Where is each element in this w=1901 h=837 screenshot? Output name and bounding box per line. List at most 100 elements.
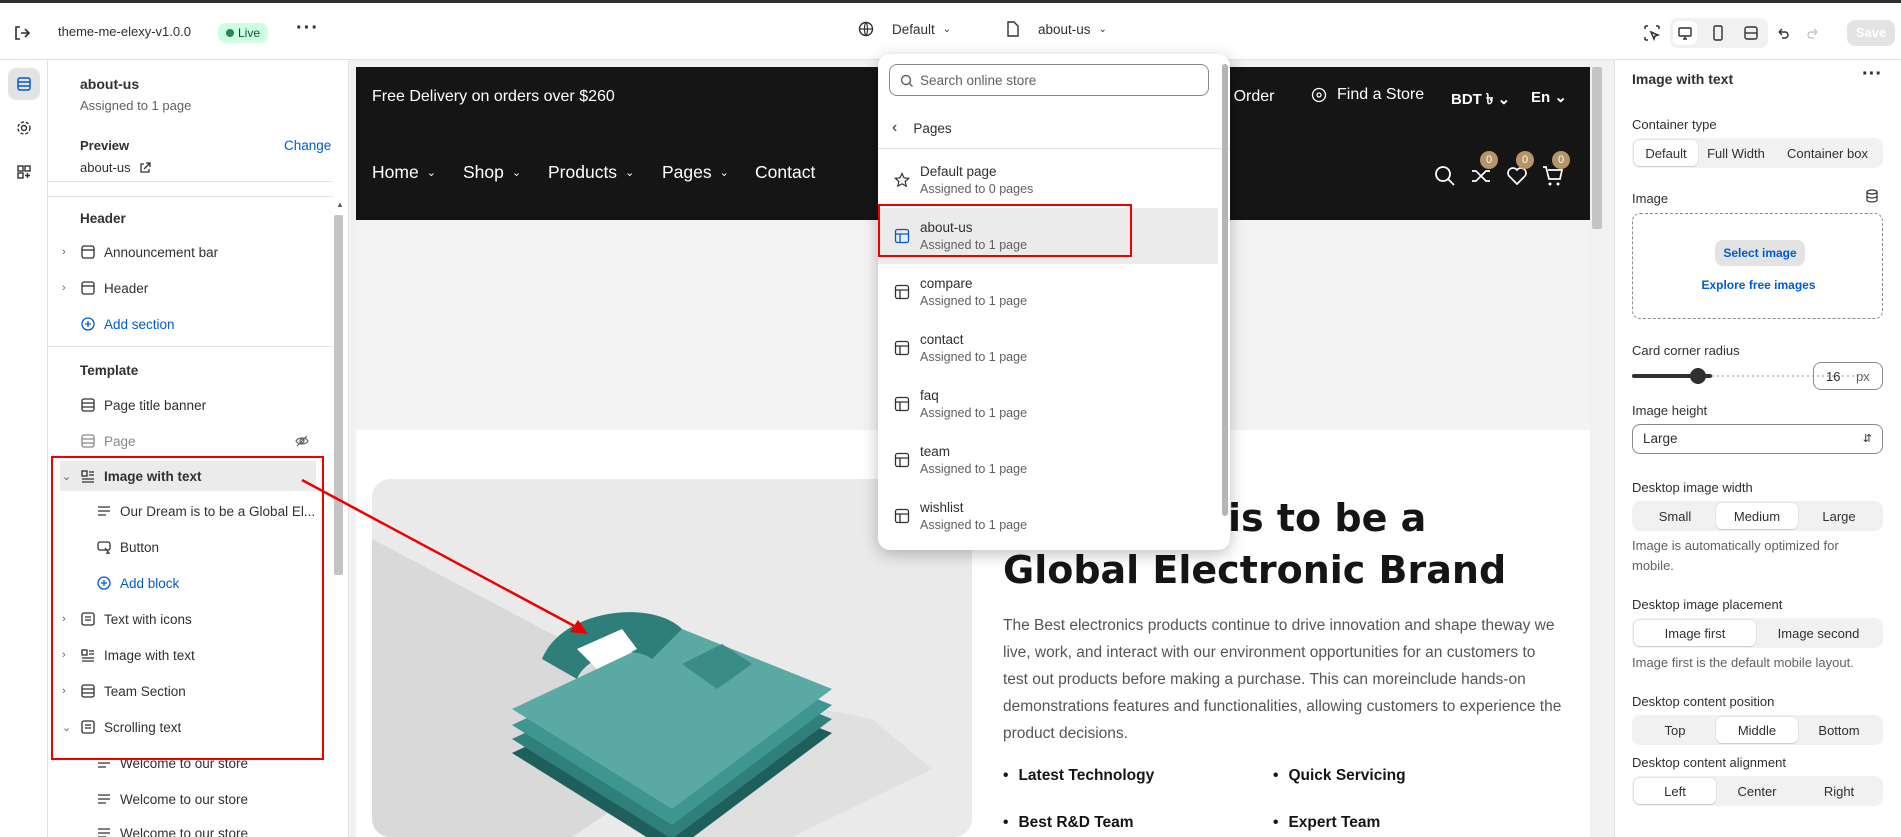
option-default[interactable]: Default bbox=[1634, 140, 1698, 166]
block-scrolling-item[interactable]: Welcome to our store bbox=[48, 748, 323, 778]
sections-panel: about-us Assigned to 1 page Preview Chan… bbox=[48, 60, 349, 837]
section-header[interactable]: › Header bbox=[48, 273, 323, 303]
template-icon bbox=[894, 228, 910, 244]
alignment-selector: Left Center Right bbox=[1632, 776, 1883, 806]
page-option[interactable]: team Assigned to 1 page bbox=[878, 432, 1218, 488]
section-announcement-bar[interactable]: › Announcement bar bbox=[48, 237, 323, 267]
section-label: Team Section bbox=[104, 683, 186, 699]
add-section-label: Add section bbox=[104, 316, 175, 332]
search-icon[interactable] bbox=[1434, 165, 1456, 190]
section-text-with-icons[interactable]: › Text with icons bbox=[48, 604, 323, 634]
page-option[interactable]: Default page Assigned to 0 pages bbox=[878, 152, 1218, 208]
section-icon bbox=[80, 397, 96, 413]
block-scrolling-item[interactable]: Welcome to our store bbox=[48, 784, 323, 814]
section-image-with-text-2[interactable]: › Image with text bbox=[48, 640, 323, 670]
page-option[interactable]: wishlist Assigned to 1 page bbox=[878, 488, 1218, 544]
option-name: contact bbox=[920, 332, 964, 347]
option-right[interactable]: Right bbox=[1798, 778, 1880, 804]
fullscreen-icon[interactable] bbox=[1739, 21, 1763, 45]
page-option[interactable]: contact Assigned to 1 page bbox=[878, 320, 1218, 376]
option-middle[interactable]: Middle bbox=[1716, 717, 1798, 743]
location-icon bbox=[1311, 87, 1327, 103]
option-top[interactable]: Top bbox=[1634, 717, 1716, 743]
option-medium[interactable]: Medium bbox=[1716, 503, 1798, 529]
nav-contact[interactable]: Contact bbox=[755, 162, 815, 183]
find-store-link[interactable]: Find a Store bbox=[1311, 86, 1424, 104]
section-page[interactable]: Page bbox=[48, 426, 323, 456]
image-height-value: Large bbox=[1643, 431, 1678, 446]
placement-label: Desktop image placement bbox=[1632, 597, 1783, 612]
option-image-second[interactable]: Image second bbox=[1756, 620, 1881, 646]
option-bottom[interactable]: Bottom bbox=[1798, 717, 1880, 743]
section-team[interactable]: › Team Section bbox=[48, 676, 323, 706]
database-icon[interactable] bbox=[1865, 189, 1879, 206]
preview-value[interactable]: about-us bbox=[80, 160, 151, 175]
explore-images-link[interactable]: Explore free images bbox=[1633, 278, 1884, 292]
save-button[interactable]: Save bbox=[1847, 20, 1895, 46]
scroll-up-icon[interactable]: ▲ bbox=[336, 200, 346, 210]
image-text-icon bbox=[80, 468, 96, 484]
change-link[interactable]: Change bbox=[284, 138, 331, 153]
page-option[interactable]: compare Assigned to 1 page bbox=[878, 264, 1218, 320]
block-label: Welcome to our store bbox=[120, 755, 249, 771]
inspector-icon[interactable] bbox=[1640, 21, 1664, 45]
section-image-with-text[interactable]: ⌄ Image with text bbox=[60, 461, 316, 491]
exit-icon[interactable] bbox=[12, 23, 34, 43]
option-center[interactable]: Center bbox=[1716, 778, 1798, 804]
chevron-down-icon: ⌄ bbox=[625, 167, 635, 179]
radius-input[interactable]: 16 px bbox=[1813, 362, 1883, 390]
nav-shop[interactable]: Shop ⌄ bbox=[463, 162, 521, 183]
add-block-button[interactable]: Add block bbox=[48, 568, 323, 598]
currency-selector[interactable]: BDT ৳ ⌄ bbox=[1451, 88, 1510, 113]
heart-icon[interactable] bbox=[1506, 166, 1528, 189]
option-container-box[interactable]: Container box bbox=[1774, 140, 1881, 166]
sections-scrollbar[interactable] bbox=[334, 215, 343, 575]
block-button[interactable]: Button bbox=[48, 532, 323, 562]
eye-hidden-icon[interactable] bbox=[294, 433, 310, 449]
canvas-scrollbar[interactable] bbox=[1592, 67, 1602, 229]
redo-icon[interactable] bbox=[1801, 21, 1825, 45]
image-height-select[interactable]: Large ⇵ bbox=[1632, 424, 1883, 454]
nav-home[interactable]: Home ⌄ bbox=[372, 162, 436, 183]
option-large[interactable]: Large bbox=[1798, 503, 1880, 529]
block-heading[interactable]: Our Dream is to be a Global El... bbox=[48, 496, 323, 526]
option-left[interactable]: Left bbox=[1634, 778, 1716, 804]
option-image-first[interactable]: Image first bbox=[1634, 620, 1756, 646]
language-selector[interactable]: En ⌄ bbox=[1531, 88, 1567, 106]
option-small[interactable]: Small bbox=[1634, 503, 1716, 529]
more-actions-icon[interactable]: ··· bbox=[296, 17, 319, 40]
block-label: Button bbox=[120, 539, 160, 555]
page-option-selected[interactable]: about-us Assigned to 1 page bbox=[878, 208, 1218, 264]
sections-icon[interactable] bbox=[8, 68, 40, 100]
page-selector[interactable]: about-us ⌄ bbox=[1006, 21, 1107, 37]
template-label: Default bbox=[892, 21, 935, 37]
settings-icon[interactable] bbox=[8, 112, 40, 144]
nav-products[interactable]: Products ⌄ bbox=[548, 162, 634, 183]
apps-icon[interactable] bbox=[8, 156, 40, 188]
search-input[interactable]: Search online store bbox=[889, 64, 1209, 96]
section-scrolling-text[interactable]: ⌄ Scrolling text bbox=[48, 712, 323, 742]
add-section-button[interactable]: Add section bbox=[48, 309, 323, 339]
section-icon bbox=[80, 433, 96, 449]
page-option[interactable]: faq Assigned to 1 page bbox=[878, 376, 1218, 432]
template-selector[interactable]: Default ⌄ bbox=[858, 21, 951, 37]
section-label: Image with text bbox=[104, 647, 195, 663]
section-body: The Best electronics products continue t… bbox=[1003, 617, 1562, 742]
desktop-icon[interactable] bbox=[1673, 21, 1697, 45]
nav-pages[interactable]: Pages ⌄ bbox=[662, 162, 729, 183]
compare-count-badge: 0 bbox=[1480, 151, 1498, 169]
section-label: Image with text bbox=[104, 468, 202, 484]
undo-icon[interactable] bbox=[1771, 21, 1795, 45]
chevron-down-icon: ⌄ bbox=[942, 23, 952, 35]
option-sub: Assigned to 1 page bbox=[920, 294, 1028, 308]
option-full-width[interactable]: Full Width bbox=[1698, 140, 1774, 166]
select-image-button[interactable]: Select image bbox=[1715, 240, 1805, 266]
back-to-pages[interactable]: ‹ Pages bbox=[892, 119, 952, 137]
radius-slider-thumb[interactable] bbox=[1690, 368, 1706, 384]
more-actions-icon[interactable]: ··· bbox=[1862, 63, 1882, 86]
block-scrolling-item[interactable]: Welcome to our store bbox=[48, 818, 323, 837]
popover-scrollbar[interactable] bbox=[1222, 64, 1228, 516]
mobile-icon[interactable] bbox=[1706, 21, 1730, 45]
panel-title: Image with text bbox=[1632, 71, 1734, 87]
section-page-title-banner[interactable]: Page title banner bbox=[48, 390, 323, 420]
